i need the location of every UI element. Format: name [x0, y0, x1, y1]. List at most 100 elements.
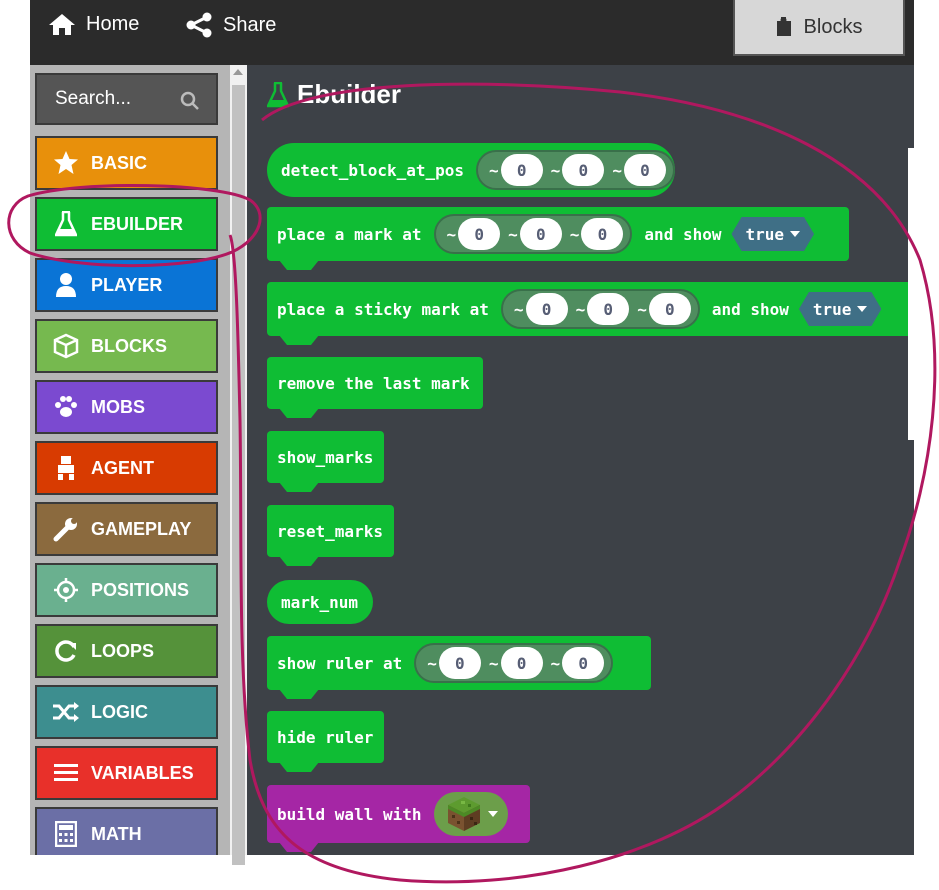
share-icon	[186, 12, 212, 38]
show-marks-block[interactable]: show_marks	[267, 431, 384, 492]
puzzle-icon	[776, 17, 791, 36]
search-icon	[180, 91, 199, 110]
z-field[interactable]: 0	[623, 154, 666, 186]
and-show-label: and show	[644, 224, 722, 244]
bool-value: true	[812, 299, 852, 319]
toolbox-scrollbar[interactable]	[230, 65, 247, 865]
share-button[interactable]: Share	[185, 12, 276, 38]
category-label: BLOCKS	[91, 335, 167, 356]
home-button[interactable]: Home	[48, 12, 139, 36]
tilde: ~	[427, 653, 437, 673]
y-field[interactable]: 0	[587, 293, 630, 325]
tilde: ~	[488, 653, 499, 673]
category-basic[interactable]: BASIC	[35, 136, 218, 190]
category-math[interactable]: MATH	[35, 807, 218, 855]
category-label: PLAYER	[91, 274, 163, 295]
scroll-up-icon[interactable]	[233, 69, 243, 75]
category-blocks[interactable]: BLOCKS	[35, 319, 218, 373]
block-label: show_marks	[277, 447, 374, 467]
search-input[interactable]: Search...	[35, 73, 218, 125]
x-field[interactable]: 0	[458, 218, 501, 250]
hide-ruler-block[interactable]: hide ruler	[267, 711, 384, 772]
reset-marks-block[interactable]: reset_marks	[267, 505, 394, 566]
home-icon	[49, 14, 75, 35]
list-icon	[51, 758, 81, 788]
remove-last-mark-block[interactable]: remove the last mark	[267, 357, 483, 418]
y-field[interactable]: 0	[500, 647, 543, 679]
z-field[interactable]: 0	[562, 647, 605, 679]
position-input[interactable]: ~0 ~0 ~0	[476, 150, 675, 190]
category-label: EBUILDER	[91, 213, 184, 234]
z-field[interactable]: 0	[581, 218, 624, 250]
canvas-edge	[908, 148, 916, 440]
category-label: AGENT	[91, 457, 154, 478]
category-mobs[interactable]: MOBS	[35, 380, 218, 434]
category-loops[interactable]: LOOPS	[35, 624, 218, 678]
show-ruler-block[interactable]: show ruler at ~0 ~0 ~0	[267, 636, 651, 699]
block-flyout: Ebuilder detect_block_at_pos ~0 ~0 ~0 pl…	[247, 65, 914, 855]
shuffle-icon	[51, 697, 81, 727]
y-field[interactable]: 0	[562, 154, 605, 186]
block-notch	[279, 408, 319, 418]
block-label: reset_marks	[277, 521, 383, 541]
block-type-dropdown[interactable]	[433, 792, 508, 836]
category-player[interactable]: PLAYER	[35, 258, 218, 312]
tilde: ~	[550, 653, 561, 673]
position-input[interactable]: ~0 ~0 ~0	[433, 214, 633, 254]
place-sticky-mark-block[interactable]: place a sticky mark at ~0 ~0 ~0 and show…	[267, 282, 914, 345]
x-field[interactable]: 0	[438, 647, 481, 679]
tilde: ~	[575, 299, 586, 319]
category-label: MATH	[91, 823, 142, 844]
loop-icon	[51, 636, 81, 666]
grass-block-icon	[447, 797, 480, 831]
category-label: POSITIONS	[91, 579, 190, 600]
block-notch	[279, 762, 319, 772]
category-agent[interactable]: AGENT	[35, 441, 218, 495]
build-wall-block[interactable]: build wall with	[267, 785, 530, 852]
blocks-tab-label: Blocks	[803, 15, 863, 38]
block-label: show ruler at	[277, 653, 403, 673]
position-input[interactable]: ~0 ~0 ~0	[500, 289, 700, 329]
position-input[interactable]: ~0 ~0 ~0	[414, 643, 614, 683]
z-field[interactable]: 0	[648, 293, 691, 325]
category-variables[interactable]: VARIABLES	[35, 746, 218, 800]
category-positions[interactable]: POSITIONS	[35, 563, 218, 617]
category-label: MOBS	[91, 396, 145, 417]
block-notch	[279, 556, 319, 566]
block-label: hide ruler	[277, 727, 374, 747]
tilde: ~	[513, 299, 524, 319]
block-notch	[279, 260, 319, 270]
calculator-icon	[51, 819, 81, 849]
block-label: remove the last mark	[277, 373, 470, 393]
block-label: mark_num	[281, 592, 359, 612]
dropdown-arrow-icon	[857, 306, 867, 312]
dropdown-arrow-icon	[790, 231, 800, 237]
and-show-label: and show	[711, 299, 789, 319]
place-mark-block[interactable]: place a mark at ~0 ~0 ~0 and show true	[267, 207, 849, 270]
block-notch	[279, 842, 319, 852]
flyout-title: Ebuilder	[267, 79, 401, 110]
paw-icon	[51, 392, 81, 422]
tilde: ~	[612, 160, 622, 180]
category-label: LOGIC	[91, 701, 148, 722]
mark-num-block[interactable]: mark_num	[267, 580, 373, 624]
block-notch	[279, 689, 319, 699]
bool-value: true	[745, 224, 785, 244]
scroll-thumb[interactable]	[232, 85, 245, 865]
category-logic[interactable]: LOGIC	[35, 685, 218, 739]
show-boolean-dropdown[interactable]: true	[731, 217, 814, 251]
star-icon	[51, 148, 81, 178]
category-label: VARIABLES	[91, 762, 194, 783]
y-field[interactable]: 0	[519, 218, 562, 250]
category-gameplay[interactable]: GAMEPLAY	[35, 502, 218, 556]
wrench-icon	[51, 514, 81, 544]
tilde: ~	[569, 224, 580, 244]
category-ebuilder[interactable]: EBUILDER	[35, 197, 218, 251]
x-field[interactable]: 0	[500, 154, 543, 186]
show-boolean-dropdown[interactable]: true	[799, 292, 882, 326]
x-field[interactable]: 0	[525, 293, 568, 325]
tilde: ~	[508, 224, 518, 244]
detect-block-at-pos-block[interactable]: detect_block_at_pos ~0 ~0 ~0	[267, 143, 675, 197]
blocks-tab[interactable]: Blocks	[733, 0, 905, 56]
flask-icon	[267, 81, 289, 107]
